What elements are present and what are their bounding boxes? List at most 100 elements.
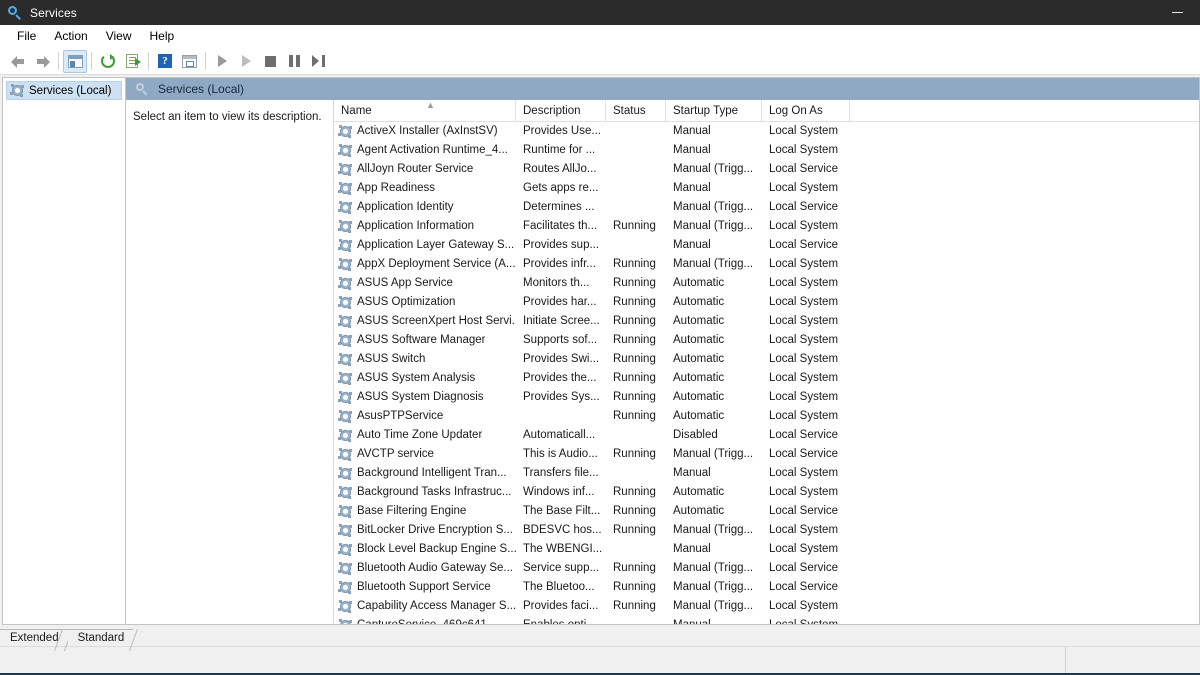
service-name-label: ASUS Optimization — [357, 296, 456, 308]
cell-service-description: Supports sof... — [523, 334, 598, 346]
pause-service-button[interactable] — [282, 50, 306, 73]
cell-service-name: Application Identity — [334, 198, 516, 217]
table-row[interactable]: ASUS Optimization Provides har... Running A… — [334, 293, 1199, 312]
restart-service-button[interactable] — [306, 50, 330, 73]
table-row[interactable]: App Readiness Gets apps re... Manual Local … — [334, 179, 1199, 198]
table-row[interactable]: Agent Activation Runtime_4... Runtime for… — [334, 141, 1199, 160]
cell-service-status — [606, 540, 666, 559]
table-row[interactable]: Block Level Backup Engine S... The WBENGI… — [334, 540, 1199, 559]
cell-service-startup-type: Manual (Trigg... — [673, 581, 754, 593]
table-row[interactable]: Base Filtering Engine The Base Filt... Run… — [334, 502, 1199, 521]
service-name-label: Application Identity — [357, 201, 454, 213]
cell-service-log-on-as: Local System — [769, 334, 839, 346]
show-hide-console-tree-button[interactable] — [63, 49, 87, 73]
services-mmc-window: Services File Action View Help ? Service… — [0, 0, 1200, 675]
column-header-name[interactable]: Name ▲ — [334, 100, 516, 122]
table-row[interactable]: BitLocker Drive Encryption S... BDESVC ho… — [334, 521, 1199, 540]
sidebar-item-services-local[interactable]: Services (Local) — [6, 81, 122, 100]
table-row[interactable]: ASUS Switch Provides Swi... Running Automat… — [334, 350, 1199, 369]
service-name-label: AllJoyn Router Service — [357, 163, 474, 175]
stop-service-button[interactable] — [258, 50, 282, 73]
cell-service-description: Monitors th... — [523, 277, 590, 289]
results-header: Services (Local) — [126, 78, 1199, 100]
table-row[interactable]: CaptureService_469c641 Enables opti... Man… — [334, 616, 1199, 624]
column-header-startup-type[interactable]: Startup Type — [666, 100, 762, 122]
refresh-button[interactable] — [96, 50, 120, 73]
column-header-description[interactable]: Description — [516, 100, 606, 122]
service-gear-icon — [338, 219, 353, 234]
cell-service-name: ActiveX Installer (AxInstSV) — [334, 122, 516, 141]
table-row[interactable]: AVCTP service This is Audio... Running Manu… — [334, 445, 1199, 464]
refresh-icon — [101, 54, 115, 68]
cell-service-startup-type: Manual (Trigg... — [673, 524, 754, 536]
table-row[interactable]: ASUS App Service Monitors th... Running Aut… — [334, 274, 1199, 293]
cell-service-log-on-as: Local Service — [769, 562, 839, 574]
menu-item-file[interactable]: File — [8, 26, 45, 47]
start-service-button[interactable] — [210, 50, 234, 73]
services-list[interactable]: ActiveX Installer (AxInstSV) Provides Use… — [334, 122, 1199, 624]
table-row[interactable]: Application Identity Determines ... Manual… — [334, 198, 1199, 217]
table-row[interactable]: AllJoyn Router Service Routes AllJo... Man… — [334, 160, 1199, 179]
table-row[interactable]: ASUS System Analysis Provides the... Runni… — [334, 369, 1199, 388]
tab-label: Standard — [77, 632, 125, 644]
minimize-button[interactable] — [1155, 0, 1200, 25]
cell-service-log-on-as: Local System — [769, 600, 839, 612]
table-row[interactable]: ActiveX Installer (AxInstSV) Provides Use… — [334, 122, 1199, 141]
back-button[interactable] — [6, 50, 30, 73]
cell-service-log-on-as: Local System — [769, 315, 839, 327]
stop-icon — [264, 55, 276, 67]
export-list-button[interactable] — [120, 50, 144, 73]
cell-service-name: BitLocker Drive Encryption S... — [334, 521, 516, 540]
service-name-label: BitLocker Drive Encryption S... — [357, 524, 513, 536]
service-gear-icon — [338, 466, 353, 481]
table-row[interactable]: Capability Access Manager S... Provides f… — [334, 597, 1199, 616]
table-row[interactable]: Bluetooth Audio Gateway Se... Service sup… — [334, 559, 1199, 578]
cell-service-status — [606, 122, 666, 141]
table-row[interactable]: ASUS Software Manager Supports sof... Runn… — [334, 331, 1199, 350]
properties-button[interactable] — [177, 50, 201, 73]
service-gear-icon — [338, 200, 353, 215]
resume-service-button[interactable] — [234, 50, 258, 73]
cell-service-description: Gets apps re... — [523, 182, 599, 194]
forward-button[interactable] — [30, 50, 54, 73]
services-magnifier-icon — [135, 82, 149, 96]
toolbar-separator — [91, 52, 92, 70]
menu-item-action[interactable]: Action — [45, 26, 96, 47]
service-gear-icon — [338, 618, 353, 624]
table-row[interactable]: AppX Deployment Service (A... Provides in… — [334, 255, 1199, 274]
service-name-label: Bluetooth Support Service — [357, 581, 491, 593]
cell-service-name: Capability Access Manager S... — [334, 597, 516, 616]
menu-item-view[interactable]: View — [97, 26, 141, 47]
table-row[interactable]: Background Intelligent Tran... Transfers … — [334, 464, 1199, 483]
service-gear-icon — [338, 580, 353, 595]
play-light-icon — [241, 55, 251, 67]
cell-service-description: Provides the... — [523, 372, 597, 384]
table-row[interactable]: AsusPTPService Running Automatic Local Syst… — [334, 407, 1199, 426]
table-row[interactable]: ASUS ScreenXpert Host Servi... Initiate S… — [334, 312, 1199, 331]
cell-service-name: ASUS ScreenXpert Host Servi... — [334, 312, 516, 331]
cell-service-startup-type: Manual — [673, 144, 711, 156]
cell-service-log-on-as: Local System — [769, 410, 839, 422]
window-title: Services — [30, 5, 77, 20]
tab-standard[interactable]: Standard — [67, 629, 134, 646]
help-button[interactable]: ? — [153, 50, 177, 73]
menu-item-help[interactable]: Help — [141, 26, 184, 47]
table-row[interactable]: Application Layer Gateway S... Provides s… — [334, 236, 1199, 255]
cell-service-startup-type: Manual (Trigg... — [673, 201, 754, 213]
table-row[interactable]: Background Tasks Infrastruc... Windows in… — [334, 483, 1199, 502]
table-row[interactable]: Auto Time Zone Updater Automaticall... Dis… — [334, 426, 1199, 445]
cell-service-status: Running — [613, 524, 656, 536]
column-header-filler — [850, 100, 1199, 122]
column-header-status[interactable]: Status — [606, 100, 666, 122]
cell-service-description: Provides har... — [523, 296, 597, 308]
service-name-label: CaptureService_469c641 — [357, 616, 487, 624]
cell-service-name: App Readiness — [334, 179, 516, 198]
table-row[interactable]: Bluetooth Support Service The Bluetoo... R… — [334, 578, 1199, 597]
service-name-label: ASUS App Service — [357, 277, 453, 289]
table-row[interactable]: ASUS System Diagnosis Provides Sys... Runn… — [334, 388, 1199, 407]
table-row[interactable]: Application Information Facilitates th...… — [334, 217, 1199, 236]
cell-service-description: Provides sup... — [523, 239, 600, 251]
column-header-log-on-as[interactable]: Log On As — [762, 100, 850, 122]
cell-service-status: Running — [613, 581, 656, 593]
cell-service-log-on-as: Local Service — [769, 201, 839, 213]
